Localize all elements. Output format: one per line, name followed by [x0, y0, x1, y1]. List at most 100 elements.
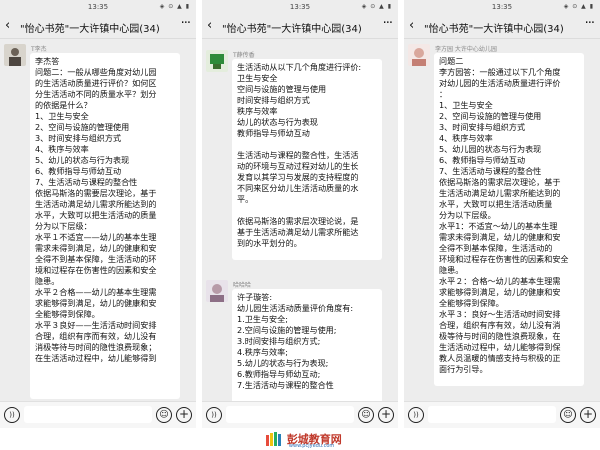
message-line: 7.生活活动与课程的整合性 — [237, 380, 334, 390]
back-arrow-icon[interactable]: ‹ — [409, 18, 414, 33]
message-line: 分为以下层级。 — [439, 210, 496, 220]
voice-icon[interactable]: )) — [206, 407, 222, 423]
input-bar: )) ☺ + — [0, 401, 196, 428]
message-line: 隐患。 — [35, 276, 60, 286]
message-line: 时间安排与组织方式 — [237, 95, 310, 105]
message-bubble[interactable]: 问题二 李方园答：一般通过以下几个角度 对幼儿园的生活活动质量进行评价 ： 1、… — [434, 53, 584, 386]
message-line: 合理，组织有序有效，幼儿没有消 — [439, 320, 561, 330]
message-line: 水平，大致可以把生活活动质量 — [439, 199, 553, 209]
more-dots-icon[interactable]: ··· — [383, 16, 393, 31]
emoji-icon[interactable]: ☺ — [358, 407, 374, 423]
status-icons: ◈ ⊙ ▲ ▮ — [361, 3, 392, 10]
message-line: 3、时间安排与组织方式 — [35, 133, 122, 143]
message-line: 2.空间与设施的管理与使用; — [237, 325, 337, 335]
message-line: 6、教师指导与师幼互动 — [439, 155, 526, 165]
message-line: 教师指导与师幼互动 — [237, 128, 310, 138]
message-line: 的依据是什么？ — [35, 100, 92, 110]
message-line: 的生活活动质量进行评价？如何区 — [35, 78, 157, 88]
back-arrow-icon[interactable]: ‹ — [207, 18, 212, 33]
input-bar: )) ☺ + — [404, 401, 600, 428]
emoji-icon[interactable]: ☺ — [156, 407, 172, 423]
chat-header: ‹ "怡心书苑"一大许镇中心园(34) ··· — [202, 14, 398, 39]
message-line: 7、生活活动与课程的整合性 — [35, 177, 138, 187]
input-bar: )) ☺ + — [202, 401, 398, 428]
sender-name: 哈哈哈 — [233, 282, 252, 289]
message-line: 消极等待与时间的隐性浪费现象； — [35, 342, 157, 352]
plus-icon[interactable]: + — [580, 407, 596, 423]
sender-name: 李方园 大许中心幼儿园 — [435, 46, 497, 53]
message-line: 动的环境与互动过程对幼儿的生长 — [237, 161, 359, 171]
avatar[interactable] — [408, 44, 430, 66]
message-line: 3、时间安排与组织方式 — [439, 122, 526, 132]
message-line: 问题二：一般从哪些角度对幼儿园 — [35, 67, 157, 77]
message-line: 全能够得到保障。 — [35, 309, 100, 319]
more-dots-icon[interactable]: ··· — [585, 16, 595, 31]
message-line — [237, 205, 377, 216]
message-line: 水平１不适宜——幼儿的基本生理 — [35, 232, 157, 242]
message-line: 需求未得到满足，幼儿的健康和安 — [439, 232, 561, 242]
plus-icon[interactable]: + — [176, 407, 192, 423]
message-input[interactable] — [428, 406, 556, 423]
message-line: 生活活动过程中，幼儿能够得到保 — [439, 342, 561, 352]
more-dots-icon[interactable]: ··· — [181, 16, 191, 31]
chat-screen-1: 13:35 ◈ ⊙ ▲ ▮ ‹ "怡心书苑"一大许镇中心园(34) ··· T李… — [0, 0, 196, 428]
message-line: 问题二 — [439, 56, 464, 66]
message-line: ： — [439, 89, 448, 99]
message-line: 6.教师指导与师幼互动; — [237, 369, 321, 379]
chat-header: ‹ "怡心书苑"一大许镇中心园(34) ··· — [404, 14, 600, 39]
message-line: 求能够得到满足，幼儿的健康和安 — [439, 287, 561, 297]
status-icons: ◈ ⊙ ▲ ▮ — [159, 3, 190, 10]
message-line: 卫生与安全 — [237, 73, 278, 83]
message-line: 依据马斯洛的需求层次理论说，是 — [237, 216, 359, 226]
message-line: 水平２：合格～幼儿的基本生理需 — [439, 276, 561, 286]
avatar[interactable] — [206, 280, 228, 302]
message-line: 5、幼儿园的状态与行为表现 — [439, 144, 542, 154]
status-bar: 13:35 ◈ ⊙ ▲ ▮ — [0, 0, 196, 14]
chat-title: "怡心书苑"一大许镇中心园(34) — [222, 24, 362, 35]
message-line: 发育以其学习与发展的支持程度的 — [237, 172, 359, 182]
message-bubble[interactable]: 生活活动从以下几个角度进行评价: 卫生与安全 空间与设施的管理与使用 时间安排与… — [232, 59, 382, 260]
message-line — [237, 139, 377, 150]
message-line: 4、秩序与效率 — [35, 144, 89, 154]
message-line: 不同来区分幼儿生活活动质量的水 — [237, 183, 359, 193]
status-icons: ◈ ⊙ ▲ ▮ — [563, 3, 594, 10]
message-line: 在生活活动过程中，幼儿能够得到 — [35, 353, 157, 363]
message-line: 李杰答 — [35, 56, 60, 66]
avatar[interactable] — [4, 44, 26, 66]
message-line: 教人员温暖的情感支持与积极的正 — [439, 353, 561, 363]
message-line: 7、生活活动与课程的整合性 — [439, 166, 542, 176]
message-line: 幼儿的状态与行为表现 — [237, 117, 318, 127]
emoji-icon[interactable]: ☺ — [560, 407, 576, 423]
message-line: 生活活动与课程的整合性，生活活 — [237, 150, 359, 160]
message-line: 许子璇答: — [237, 292, 273, 302]
message-bubble[interactable]: 许子璇答: 幼儿园生活活动质量评价角度有: 1.卫生与安全; 2.空间与设施的管… — [232, 289, 382, 404]
avatar[interactable] — [206, 50, 228, 72]
message-line: 4、秩序与效率 — [439, 133, 493, 143]
status-bar: 13:35 ◈ ⊙ ▲ ▮ — [202, 0, 398, 14]
back-arrow-icon[interactable]: ‹ — [5, 18, 10, 33]
message-line: 对幼儿园的生活活动质量进行评价 — [439, 78, 561, 88]
chat-title: "怡心书苑"一大许镇中心园(34) — [424, 24, 564, 35]
message-line: 生活活动满足幼儿需求所能达到的 — [35, 199, 157, 209]
message-line: 合理，组织有序而有效，幼儿没有 — [35, 331, 157, 341]
message-line: 2、空间与设施的管理使用 — [35, 122, 130, 132]
message-line: 到的水平划分的。 — [237, 238, 302, 248]
message-line: 秩序与效率 — [237, 106, 278, 116]
watermark-url: www.pcjyedu.com — [288, 442, 335, 449]
message-input[interactable] — [226, 406, 354, 423]
message-line: 全能够得到保障。 — [439, 298, 504, 308]
message-line: 1.卫生与安全; — [237, 314, 288, 324]
message-line: 1、卫生与安全 — [35, 111, 89, 121]
message-line: 生活活动满足幼儿需求所能达到的 — [439, 188, 561, 198]
message-line: 5.幼儿的状态与行为表现; — [237, 358, 329, 368]
message-line: 幼儿园生活活动质量评价角度有: — [237, 303, 354, 313]
sender-name: T李杰 — [31, 46, 47, 53]
message-input[interactable] — [24, 406, 152, 423]
message-bubble[interactable]: 李杰答 问题二：一般从哪些角度对幼儿园 的生活活动质量进行评价？如何区 分生活活… — [30, 53, 180, 399]
message-line: 水平，大致可以把生活活动的质量 — [35, 210, 157, 220]
voice-icon[interactable]: )) — [408, 407, 424, 423]
message-line: 4.秩序与效率; — [237, 347, 288, 357]
message-line: 1、卫生与安全 — [439, 100, 493, 110]
plus-icon[interactable]: + — [378, 407, 394, 423]
voice-icon[interactable]: )) — [4, 407, 20, 423]
